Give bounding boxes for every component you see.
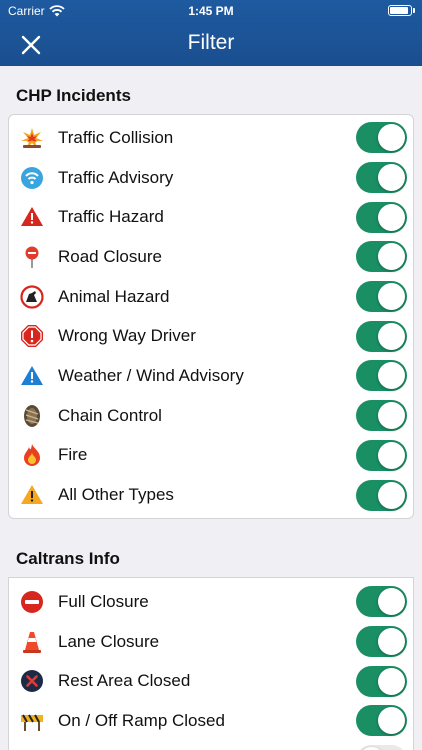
hazard-triangle-icon (20, 205, 44, 229)
list-item-partial (9, 741, 413, 750)
list-item: Animal Hazard (9, 277, 413, 317)
section-title-caltrans-info: Caltrans Info (16, 549, 120, 568)
list-item: Wrong Way Driver (9, 316, 413, 356)
toggle-fire[interactable] (356, 439, 407, 471)
list-item: All Other Types (9, 475, 413, 515)
page-title: Filter (187, 31, 235, 54)
list-item: On / Off Ramp Closed (9, 701, 413, 741)
toggle-chain-control[interactable] (356, 400, 407, 432)
fire-icon (20, 443, 44, 467)
traffic-cone-icon (20, 630, 44, 654)
status-bar: Carrier 1:45 PM (0, 0, 422, 22)
toggle-lane-closure[interactable] (356, 626, 407, 658)
no-entry-icon (20, 590, 44, 614)
chp-incidents-list: Traffic Collision Traffic Advisory Traff… (8, 114, 414, 519)
toggle-partial[interactable] (356, 744, 407, 750)
weather-warning-icon (20, 364, 44, 388)
toggle-animal-hazard[interactable] (356, 281, 407, 313)
toggle-full-closure[interactable] (356, 586, 407, 618)
caltrans-info-list: Full Closure Lane Closure Rest Area Clos… (8, 577, 414, 750)
tire-chain-icon (20, 404, 44, 428)
list-item: Fire (9, 436, 413, 476)
toggle-all-other-types[interactable] (356, 479, 407, 511)
nav-bar: Filter (0, 22, 422, 66)
advisory-wifi-icon (20, 166, 44, 190)
toggle-traffic-advisory[interactable] (356, 162, 407, 194)
list-item: Full Closure (9, 582, 413, 622)
list-item: Traffic Advisory (9, 158, 413, 198)
list-item: Traffic Collision (9, 118, 413, 158)
list-item: Weather / Wind Advisory (9, 356, 413, 396)
toggle-on-off-ramp-closed[interactable] (356, 705, 407, 737)
list-item: Road Closure (9, 237, 413, 277)
clock: 1:45 PM (188, 4, 234, 18)
section-title-chp-incidents: CHP Incidents (16, 86, 131, 105)
warning-triangle-icon (20, 483, 44, 507)
wrong-way-icon (20, 324, 44, 348)
toggle-weather-wind-advisory[interactable] (356, 360, 407, 392)
toggle-road-closure[interactable] (356, 241, 407, 273)
list-item: Rest Area Closed (9, 661, 413, 701)
ramp-barricade-icon (20, 709, 44, 733)
list-item: Lane Closure (9, 622, 413, 662)
rest-area-closed-icon (20, 669, 44, 693)
animal-hazard-icon (20, 284, 44, 309)
toggle-rest-area-closed[interactable] (356, 665, 407, 697)
toggle-traffic-hazard[interactable] (356, 201, 407, 233)
battery-fill (390, 7, 409, 14)
battery-icon (388, 5, 415, 16)
collision-icon (20, 126, 44, 150)
list-item: Chain Control (9, 396, 413, 436)
list-item: Traffic Hazard (9, 197, 413, 237)
toggle-wrong-way-driver[interactable] (356, 320, 407, 352)
road-closure-sign-icon (20, 245, 44, 269)
header: Carrier 1:45 PM Filter (0, 0, 422, 66)
toggle-traffic-collision[interactable] (356, 122, 407, 154)
